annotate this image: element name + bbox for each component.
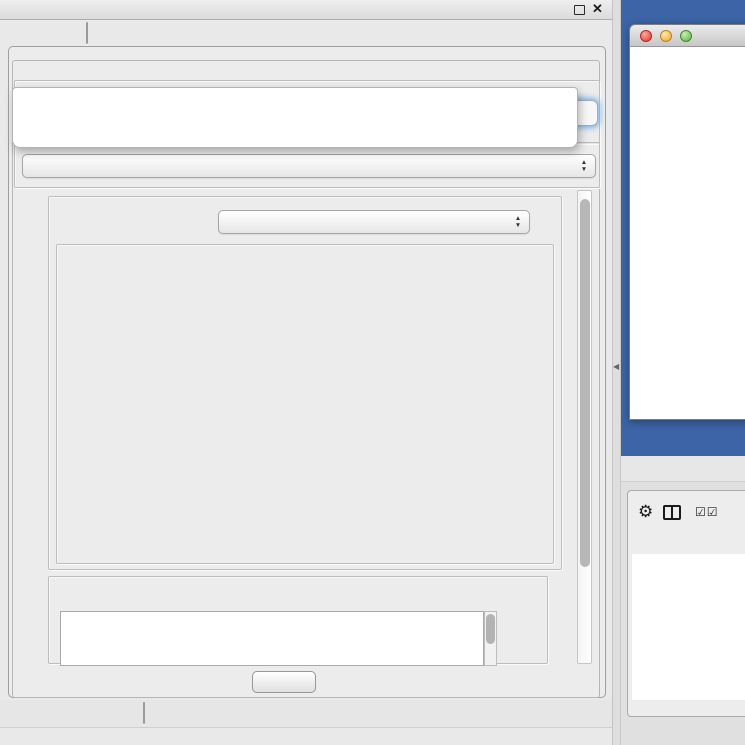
network-window-titlebar[interactable] xyxy=(630,25,745,47)
control-panel: ✕ ▲▼ ▲▼ xyxy=(0,0,612,745)
network-canvas[interactable] xyxy=(630,47,745,420)
thresholds-groupbox xyxy=(56,244,554,564)
network-window xyxy=(629,24,745,420)
bottom-tab-strip xyxy=(0,700,612,728)
table-header-row xyxy=(632,537,745,554)
close-icon[interactable]: ✕ xyxy=(592,1,603,17)
gear-icon[interactable]: ⚙ xyxy=(638,503,653,520)
attributes-list-scrollbar[interactable] xyxy=(484,611,497,666)
table-rows xyxy=(632,554,745,700)
vertical-scrollbar-thumb[interactable] xyxy=(580,199,590,567)
combo-stepper-icon: ▲▼ xyxy=(577,159,595,173)
divider-collapse-icon[interactable]: ◀ xyxy=(613,362,619,371)
algorithm-dropdown-popup xyxy=(12,87,578,148)
vertical-scrollbar[interactable] xyxy=(577,190,592,664)
control-panel-titlebar: ✕ xyxy=(0,0,612,20)
select-columns-icon[interactable]: ☑☑ xyxy=(695,505,719,519)
minimize-traffic-light[interactable] xyxy=(660,30,672,42)
table-panel: ⚙ ☑☑ xyxy=(621,482,745,745)
combo-stepper-icon: ▲▼ xyxy=(511,215,529,229)
float-window-icon[interactable] xyxy=(574,5,585,15)
attributes-list-scrollbar-thumb[interactable] xyxy=(486,614,495,644)
panel-divider[interactable] xyxy=(612,0,621,745)
node-table-container: ⚙ ☑☑ xyxy=(627,490,745,717)
apply-button[interactable] xyxy=(252,671,316,693)
table-panel-titlebar xyxy=(621,456,745,482)
numerical-attributes-list xyxy=(60,611,484,666)
close-traffic-light[interactable] xyxy=(640,30,652,42)
zoom-traffic-light[interactable] xyxy=(680,30,692,42)
top-tab-bar xyxy=(86,22,88,44)
split-view-icon[interactable] xyxy=(663,505,681,520)
table-data-combobox[interactable]: ▲▼ xyxy=(22,154,596,178)
num-intervals-combobox[interactable]: ▲▼ xyxy=(218,210,530,234)
bottom-tab-bar xyxy=(143,702,145,724)
